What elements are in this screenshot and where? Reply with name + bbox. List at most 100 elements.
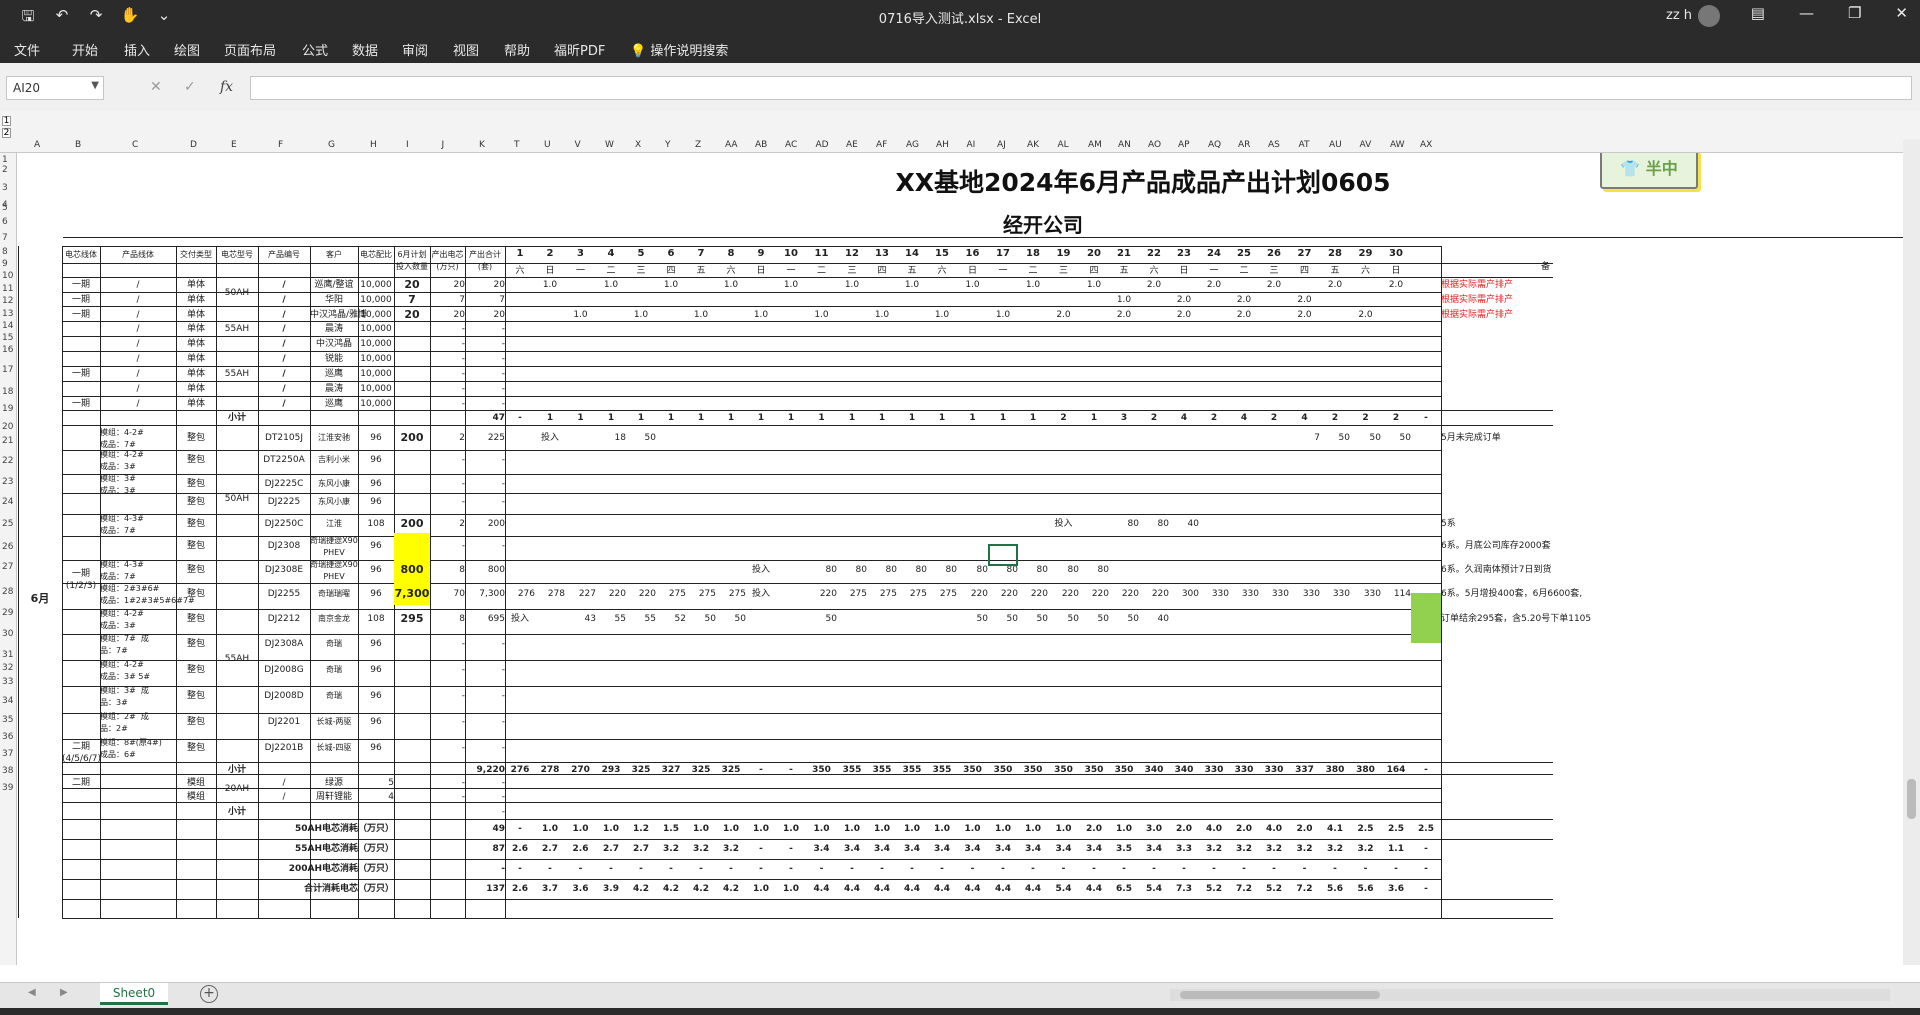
consumption-total[interactable]: 137 <box>465 883 505 895</box>
b2-type[interactable]: 整包 <box>176 496 216 508</box>
b1-sub-day[interactable]: 2 <box>1259 412 1289 424</box>
day-5[interactable]: 5 <box>626 248 656 260</box>
b1-day-value[interactable]: 1.0 <box>837 279 867 291</box>
row-header-32[interactable]: 32 <box>2 663 13 673</box>
weekday-7[interactable]: 五 <box>686 265 716 277</box>
b2-total[interactable]: 800 <box>465 564 505 576</box>
b1-sub-day[interactable]: 4 <box>1289 412 1320 424</box>
b1-day-value[interactable]: 2.0 <box>1259 279 1289 291</box>
consumption-day[interactable]: 1.0 <box>1109 823 1139 835</box>
b1-sub-day[interactable]: 1 <box>686 412 716 424</box>
b2-sub-day[interactable]: 293 <box>596 764 626 776</box>
consumption-day[interactable]: - <box>716 863 746 875</box>
b1-day-value[interactable]: 1.0 <box>806 309 837 321</box>
b1-day-value[interactable]: 1.0 <box>626 309 656 321</box>
b2-day-value[interactable]: 278 <box>535 588 565 600</box>
consumption-day[interactable]: 3.2 <box>1259 843 1289 855</box>
b1-plan[interactable]: 7 <box>394 294 430 306</box>
consumption-day[interactable]: 1.2 <box>626 823 656 835</box>
b2-day-value[interactable]: 50 <box>1350 432 1381 444</box>
consumption-day[interactable]: 3.4 <box>988 843 1018 855</box>
b1-cust[interactable]: 晨涛 <box>310 323 358 335</box>
b2-ratio[interactable]: 96 <box>358 478 394 490</box>
day-29[interactable]: 29 <box>1350 248 1381 260</box>
b2-pline[interactable]: 模组：4-2# 成品：3# <box>100 449 176 473</box>
b2-sub-day[interactable]: 330 <box>1229 764 1259 776</box>
b2-day-value[interactable]: 投入 <box>746 564 776 576</box>
b2-sub-day[interactable]: - <box>776 764 806 776</box>
b2-day-value[interactable]: 55 <box>596 613 626 625</box>
row-header-24[interactable]: 24 <box>2 497 13 507</box>
b1-total[interactable]: - <box>465 353 505 365</box>
b2-day-value[interactable]: 80 <box>927 564 957 576</box>
row-header-14[interactable]: 14 <box>2 321 13 331</box>
day-30[interactable]: 30 <box>1381 248 1411 260</box>
col-header-F[interactable]: F <box>278 140 283 150</box>
col-header-AP[interactable]: AP <box>1178 140 1190 150</box>
b1-total[interactable]: - <box>465 323 505 335</box>
b3-type[interactable]: 模组 <box>176 777 216 789</box>
weekday-16[interactable]: 日 <box>957 265 988 277</box>
row-header-25[interactable]: 25 <box>2 519 13 529</box>
consumption-day[interactable]: 1.0 <box>686 823 716 835</box>
b2-ratio[interactable]: 108 <box>358 613 394 625</box>
b1-code[interactable]: / <box>258 279 310 291</box>
consumption-day[interactable]: 1.0 <box>837 823 867 835</box>
b1-day-value[interactable]: 2.0 <box>1350 309 1381 321</box>
b2-day-value[interactable]: 80 <box>1139 518 1169 530</box>
menu-0[interactable]: 文件 <box>14 40 40 59</box>
b1-total[interactable]: - <box>465 383 505 395</box>
b2-cust[interactable]: 吉利小米 <box>310 454 358 466</box>
b2-cells[interactable]: - <box>430 496 465 508</box>
col-header-AL[interactable]: AL <box>1058 140 1069 150</box>
b1-sub-day[interactable]: 1 <box>897 412 927 424</box>
weekday-29[interactable]: 六 <box>1350 265 1381 277</box>
consumption-day[interactable]: 1.0 <box>957 823 988 835</box>
b2-day-value[interactable]: 330 <box>1320 588 1350 600</box>
b2-day-value[interactable]: 80 <box>806 564 837 576</box>
consumption-day[interactable]: 1.0 <box>776 823 806 835</box>
day-3[interactable]: 3 <box>565 248 596 260</box>
consumption-day[interactable]: 1.0 <box>535 823 565 835</box>
minimize-icon[interactable]: — <box>1799 4 1814 22</box>
b2-plan[interactable]: 200 <box>394 518 430 530</box>
b2-note[interactable]: 6系。月底公司库存2000套 <box>1441 540 1571 552</box>
b3-cust[interactable]: 绿源 <box>310 777 358 789</box>
b2-total[interactable]: - <box>465 454 505 466</box>
consumption-day[interactable]: - <box>1289 863 1320 875</box>
b2-cells[interactable]: - <box>430 716 465 728</box>
b2-type[interactable]: 整包 <box>176 613 216 625</box>
consumption-day[interactable]: - <box>535 863 565 875</box>
b2-day-value[interactable]: 275 <box>867 588 897 600</box>
b1-total[interactable]: 20 <box>465 309 505 321</box>
b2-day-value[interactable]: 80 <box>837 564 867 576</box>
consumption-day[interactable]: 1.0 <box>776 883 806 895</box>
b1-sub-day[interactable]: 1 <box>776 412 806 424</box>
b2-pline[interactable]: 模组：4-3# 成品：7# <box>100 513 176 537</box>
b2-sub-day[interactable]: 330 <box>1199 764 1229 776</box>
consumption-day[interactable]: 4.4 <box>867 883 897 895</box>
b2-pline[interactable]: 模组：4-2# 成品：3# <box>100 608 176 632</box>
weekday-10[interactable]: 一 <box>776 265 806 277</box>
consumption-day[interactable]: - <box>1350 863 1381 875</box>
prev-sheet-icon[interactable]: ◀ <box>28 987 36 998</box>
b2-day-value[interactable]: 50 <box>1079 613 1109 625</box>
b1-day-value[interactable]: 1.0 <box>897 279 927 291</box>
b1-sub-day[interactable]: 2 <box>1381 412 1411 424</box>
b2-sub-day[interactable]: 350 <box>957 764 988 776</box>
b1-pline[interactable]: / <box>100 294 176 306</box>
b2-note[interactable]: 6系。久润南体预计7日到货 <box>1441 564 1571 576</box>
b1-line[interactable]: 一期 <box>62 309 100 321</box>
col-header-A[interactable]: A <box>34 140 40 150</box>
day-13[interactable]: 13 <box>867 248 897 260</box>
b2-code[interactable]: DT2105J <box>258 432 310 444</box>
b1-plan[interactable]: 20 <box>394 309 430 321</box>
consumption-day[interactable]: - <box>1018 863 1048 875</box>
b3-ratio[interactable]: 4 <box>358 791 394 803</box>
b2-note[interactable]: 5月未完成订单 <box>1441 432 1571 444</box>
header-1[interactable]: 产品线体 <box>100 249 176 275</box>
consumption-day[interactable]: 4.0 <box>1199 823 1229 835</box>
col-header-AM[interactable]: AM <box>1088 140 1102 150</box>
b1-day-value[interactable]: 2.0 <box>1199 279 1229 291</box>
b2-sub-day[interactable]: 278 <box>535 764 565 776</box>
